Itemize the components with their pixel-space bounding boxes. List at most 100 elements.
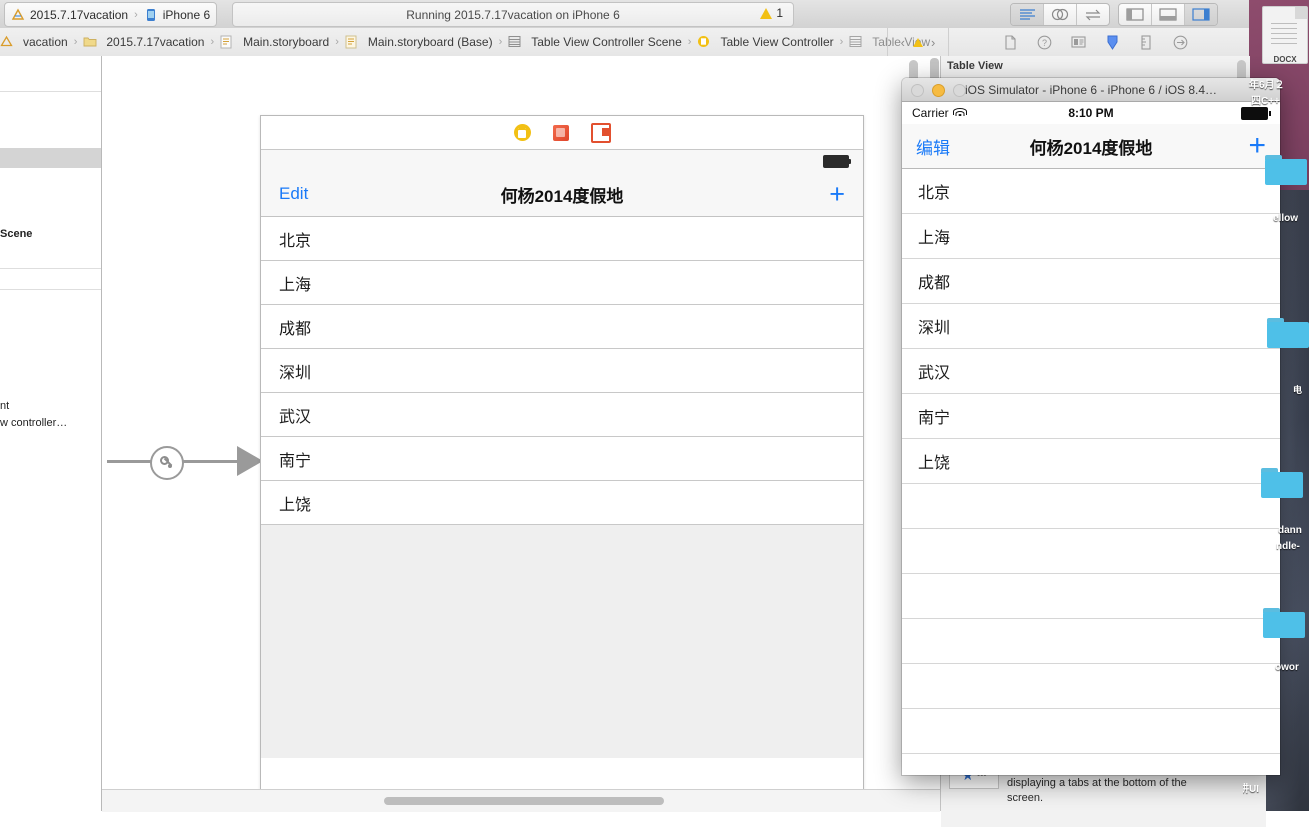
file-lines — [1271, 23, 1297, 45]
size-inspector-icon[interactable] — [1138, 34, 1154, 50]
breadcrumb-item-3[interactable]: Main.storyboard (Base) — [345, 35, 493, 49]
scene-status-bar — [261, 150, 863, 172]
navigator-selected-row[interactable] — [0, 148, 101, 168]
view-controller-icon[interactable] — [513, 124, 531, 141]
issue-counter[interactable]: 1 — [760, 6, 783, 20]
canvas-horizontal-scrollbar[interactable] — [384, 797, 664, 805]
exit-icon[interactable] — [590, 122, 611, 143]
ios-table-view[interactable]: 北京 上海 成都 深圳 武汉 南宁 上饶 — [902, 169, 1280, 775]
edit-button[interactable]: 编辑 — [916, 134, 950, 159]
table-view-controller-scene[interactable]: Edit 何杨2014度假地 + 北京 上海 成都 深圳 武汉 南宁 上饶 — [260, 115, 864, 789]
list-item[interactable]: 深圳 — [902, 304, 1280, 349]
empty-list-item — [902, 529, 1280, 574]
issue-navigation-controls[interactable]: ‹ › — [887, 28, 949, 56]
breadcrumb-label: Table View Controller Scene — [531, 35, 682, 49]
close-window-button[interactable] — [911, 84, 924, 97]
table-row[interactable]: 北京 — [261, 217, 863, 261]
navigator-row-document[interactable]: nt — [0, 400, 101, 412]
breadcrumb-item-2[interactable]: Main.storyboard — [220, 35, 329, 49]
table-row[interactable]: 上饶 — [261, 481, 863, 525]
project-navigator[interactable]: Scene nt w controller… — [0, 56, 102, 811]
storyboard-file-icon — [220, 35, 234, 49]
list-item[interactable]: 成都 — [902, 259, 1280, 304]
empty-list-item — [902, 754, 1280, 775]
hide-navigator-icon[interactable] — [1119, 4, 1152, 25]
table-row[interactable]: 南宁 — [261, 437, 863, 481]
attributes-inspector-icon[interactable] — [1104, 34, 1120, 50]
breadcrumb-item-5[interactable]: Table View Controller — [697, 35, 834, 49]
simulator-device-icon — [144, 8, 158, 22]
segue-badge-icon[interactable] — [150, 446, 184, 480]
list-item[interactable]: 武汉 — [902, 349, 1280, 394]
xcode-toolbar: 2015.7.17vacation › iPhone 6 Running 201… — [0, 0, 1249, 29]
list-item[interactable]: 上饶 — [902, 439, 1280, 484]
list-item[interactable]: 北京 — [902, 169, 1280, 214]
list-item[interactable]: 上海 — [902, 214, 1280, 259]
svg-text:?: ? — [1041, 38, 1046, 48]
navigator-row-scene[interactable]: Scene — [0, 228, 101, 240]
scheme-separator: › — [134, 8, 138, 21]
file-fold-corner — [1295, 7, 1307, 19]
add-button[interactable]: + — [1248, 131, 1266, 161]
table-row[interactable]: 武汉 — [261, 393, 863, 437]
window-controls[interactable] — [911, 84, 966, 97]
scene-navigation-bar[interactable]: Edit 何杨2014度假地 + — [261, 172, 863, 217]
scene-edit-button[interactable]: Edit — [279, 184, 308, 204]
battery-full-icon — [823, 155, 851, 168]
zoom-window-button[interactable] — [953, 84, 966, 97]
desktop-docx-label: DOCX — [1273, 55, 1297, 64]
simulator-title-bar[interactable]: iOS Simulator - iPhone 6 - iPhone 6 / iO… — [902, 78, 1280, 102]
desktop-docx-file-icon[interactable]: DOCX — [1262, 6, 1308, 64]
wifi-icon — [953, 108, 968, 118]
breadcrumb-separator: › — [335, 36, 339, 48]
xcode-project-icon — [11, 8, 25, 22]
empty-list-item — [902, 484, 1280, 529]
navigator-row-controller[interactable]: w controller… — [0, 417, 101, 429]
connections-inspector-icon[interactable] — [1172, 34, 1188, 50]
battery-full-icon — [1241, 106, 1271, 120]
file-inspector-icon[interactable] — [1002, 34, 1018, 50]
breadcrumb-label: Main.storyboard (Base) — [367, 35, 493, 49]
storyboard-base-icon — [345, 35, 359, 49]
warning-triangle-icon — [760, 7, 773, 19]
breadcrumb-separator: › — [687, 36, 692, 48]
table-row[interactable]: 上海 — [261, 261, 863, 305]
previous-issue-button[interactable]: ‹ — [901, 35, 905, 50]
view-controller-icon — [697, 35, 711, 49]
editor-mode-segmented-control[interactable] — [1010, 3, 1110, 26]
scene-add-button[interactable]: + — [829, 180, 845, 208]
assistant-editor-icon[interactable] — [1044, 4, 1077, 25]
navigator-divider — [0, 289, 101, 290]
navigator-divider — [0, 91, 101, 92]
breadcrumb-label: Main.storyboard — [243, 35, 330, 49]
identity-inspector-icon[interactable] — [1070, 34, 1086, 50]
ios-navigation-bar[interactable]: 编辑 何杨2014度假地 + — [902, 124, 1280, 169]
table-row[interactable]: 深圳 — [261, 349, 863, 393]
breadcrumb-separator: › — [210, 36, 215, 48]
minimize-window-button[interactable] — [932, 84, 945, 97]
quick-help-inspector-icon[interactable]: ? — [1036, 34, 1052, 50]
next-issue-button[interactable]: › — [931, 35, 935, 50]
hide-debug-area-icon[interactable] — [1152, 4, 1185, 25]
first-responder-icon[interactable] — [552, 124, 569, 141]
folder-icon — [83, 35, 97, 49]
empty-list-item — [902, 709, 1280, 754]
breadcrumb-item-1[interactable]: 2015.7.17vacation — [83, 35, 204, 49]
breadcrumb-item-0[interactable]: vacation — [0, 35, 68, 49]
scene-icon — [508, 35, 522, 49]
list-item[interactable]: 南宁 — [902, 394, 1280, 439]
table-view-icon — [849, 35, 863, 49]
inspector-selector-bar[interactable]: ? — [990, 28, 1188, 56]
standard-editor-icon[interactable] — [1011, 4, 1044, 25]
breadcrumb-item-4[interactable]: Table View Controller Scene — [508, 35, 682, 49]
show-utilities-icon[interactable] — [1185, 4, 1217, 25]
version-editor-icon[interactable] — [1077, 4, 1109, 25]
navigator-divider — [0, 268, 101, 269]
table-row[interactable]: 成都 — [261, 305, 863, 349]
view-toggle-segmented-control[interactable] — [1118, 3, 1218, 26]
ios-simulator-window[interactable]: iOS Simulator - iPhone 6 - iPhone 6 / iO… — [902, 78, 1280, 775]
initial-view-controller-segue[interactable] — [107, 446, 263, 480]
scheme-selector[interactable]: 2015.7.17vacation › iPhone 6 — [4, 2, 218, 27]
scene-dock[interactable] — [261, 116, 863, 150]
scene-empty-area[interactable] — [261, 525, 863, 758]
